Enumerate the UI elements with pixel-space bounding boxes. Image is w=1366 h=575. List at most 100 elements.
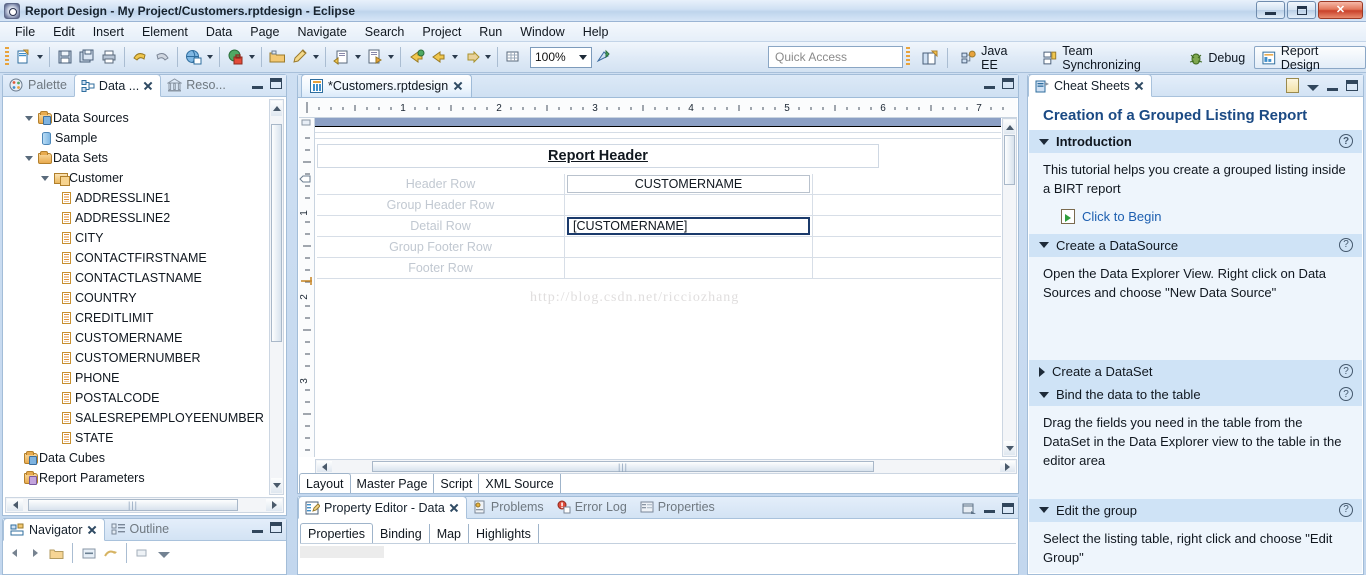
perspective-java-ee[interactable]: Java EE	[954, 44, 1033, 72]
preview-secure-icon[interactable]	[224, 46, 246, 68]
tab-palette[interactable]: Palette	[3, 74, 74, 96]
canvas-vscroll-thumb[interactable]	[1004, 135, 1015, 185]
row-cell[interactable]	[565, 237, 813, 257]
report-table[interactable]: Header Row CUSTOMERNAME Group Header Row	[317, 174, 1001, 279]
table-row-group-header[interactable]: Group Header Row	[317, 195, 1001, 216]
preview-secure-dropdown-icon[interactable]	[246, 46, 257, 68]
subtab-properties[interactable]: Properties	[300, 523, 373, 543]
tree-item-data-cubes[interactable]: Data Cubes	[4, 448, 285, 468]
tree-item-contactfirstname[interactable]: CONTACTFIRSTNAME	[4, 248, 285, 268]
scroll-left-icon[interactable]	[7, 499, 23, 511]
tree-item-customername[interactable]: CUSTOMERNAME	[4, 328, 285, 348]
help-icon[interactable]: ?	[1339, 134, 1353, 148]
cheat-sheets-body[interactable]: Creation of a Grouped Listing Report Int…	[1029, 98, 1362, 573]
menu-window[interactable]: Window	[511, 23, 573, 41]
cheat-sheet-select-icon[interactable]	[1286, 78, 1299, 93]
vertical-ruler[interactable]: 1 2 3	[299, 118, 315, 457]
maximize-view-icon[interactable]	[270, 78, 282, 89]
subtab-binding[interactable]: Binding	[373, 524, 430, 543]
view-menu-icon[interactable]	[134, 545, 152, 561]
canvas-vscrollbar[interactable]	[1002, 118, 1017, 457]
twisty-open-icon[interactable]	[1039, 242, 1049, 249]
data-explorer-tree[interactable]: Data Sources Sample Data Sets Customer A…	[4, 98, 285, 497]
menu-edit[interactable]: Edit	[44, 23, 84, 41]
tree-item-phone[interactable]: PHONE	[4, 368, 285, 388]
next-dropdown-icon[interactable]	[482, 46, 493, 68]
up-folder-icon[interactable]	[47, 545, 65, 561]
subtab-highlights[interactable]: Highlights	[469, 524, 539, 543]
grid-icon[interactable]	[502, 46, 524, 68]
tab-error-log[interactable]: Error Log	[551, 496, 634, 518]
canvas-hscroll-thumb[interactable]: |||	[372, 461, 874, 472]
undo-icon[interactable]	[129, 46, 151, 68]
collapse-all-icon[interactable]	[80, 545, 98, 561]
menu-help[interactable]: Help	[574, 23, 618, 41]
canvas-hscrollbar[interactable]: |||	[315, 459, 1017, 474]
back-nav-icon[interactable]	[5, 545, 23, 561]
minimize-view-icon[interactable]	[1327, 87, 1338, 91]
tree-item-state[interactable]: STATE	[4, 428, 285, 448]
perspective-report-design[interactable]: Report Design	[1254, 44, 1366, 72]
new-dropdown-icon[interactable]	[34, 46, 45, 68]
tree-item-data-sets[interactable]: Data Sets	[4, 148, 285, 168]
twisty-open-icon[interactable]	[22, 116, 36, 121]
tree-item-addressline1[interactable]: ADDRESSLINE1	[4, 188, 285, 208]
tab-properties[interactable]: Properties	[634, 496, 722, 518]
minimize-view-icon[interactable]	[984, 510, 995, 513]
close-icon[interactable]	[87, 525, 97, 535]
cell-value-selected[interactable]: [CUSTOMERNAME]	[567, 217, 810, 235]
menu-insert[interactable]: Insert	[84, 23, 133, 41]
menu-page[interactable]: Page	[241, 23, 288, 41]
scroll-up-icon[interactable]	[271, 101, 282, 116]
data-explorer-vscrollbar[interactable]	[269, 99, 284, 495]
cheat-section-create-dataset[interactable]: Create a DataSet ?	[1029, 360, 1362, 384]
table-row-group-footer[interactable]: Group Footer Row	[317, 237, 1001, 258]
tab-master-page[interactable]: Master Page	[351, 474, 435, 493]
cheat-section-edit-group[interactable]: Edit the group ?	[1029, 498, 1362, 522]
edit-pencil-icon[interactable]	[288, 46, 310, 68]
close-button[interactable]: ✕	[1318, 1, 1363, 19]
tab-script[interactable]: Script	[434, 474, 480, 493]
help-icon[interactable]: ?	[1339, 387, 1353, 402]
close-icon[interactable]	[453, 81, 463, 91]
tab-problems[interactable]: Problems	[467, 496, 551, 518]
zoom-combo[interactable]: 100%	[530, 46, 592, 68]
maximize-view-icon[interactable]	[1002, 78, 1014, 89]
scroll-up-icon[interactable]	[1004, 120, 1015, 134]
tab-navigator[interactable]: Navigator	[3, 518, 105, 541]
forward-nav-icon[interactable]	[26, 545, 44, 561]
tab-customers-rptdesign[interactable]: *Customers.rptdesign	[301, 74, 473, 97]
tree-item-salesrepemployeenumber[interactable]: SALESREPEMPLOYEENUMBER	[4, 408, 285, 428]
print-icon[interactable]	[98, 46, 120, 68]
tree-item-sample[interactable]: Sample	[4, 128, 285, 148]
minimize-view-icon[interactable]	[252, 85, 263, 89]
maximize-view-icon[interactable]	[270, 522, 282, 533]
minimize-button[interactable]	[1256, 1, 1285, 19]
row-cell[interactable]	[565, 258, 813, 278]
perspective-debug[interactable]: Debug	[1181, 46, 1252, 69]
run-report-dropdown-icon[interactable]	[385, 46, 396, 68]
tab-layout[interactable]: Layout	[299, 473, 351, 493]
toolbar-grip[interactable]	[5, 47, 9, 67]
table-row-header[interactable]: Header Row CUSTOMERNAME	[317, 174, 1001, 195]
tab-data-explorer[interactable]: Data ...	[73, 74, 162, 97]
run-script-icon[interactable]	[330, 46, 352, 68]
quick-access-input[interactable]: Quick Access	[768, 46, 903, 68]
menu-file[interactable]: File	[6, 23, 44, 41]
menu-element[interactable]: Element	[133, 23, 197, 41]
row-cell[interactable]: [CUSTOMERNAME]	[565, 216, 813, 236]
back-icon[interactable]	[405, 46, 427, 68]
open-folder-icon[interactable]	[266, 46, 288, 68]
report-header-band[interactable]: Report Header	[317, 144, 879, 168]
twisty-open-icon[interactable]	[1039, 507, 1049, 514]
preview-web-dropdown-icon[interactable]	[204, 46, 215, 68]
save-all-icon[interactable]	[76, 46, 98, 68]
report-canvas[interactable]: Report Header Header Row CUSTOMERNAME Gr…	[315, 118, 1001, 457]
scroll-down-icon[interactable]	[271, 478, 282, 493]
menu-data[interactable]: Data	[197, 23, 241, 41]
tree-item-report-parameters[interactable]: Report Parameters	[4, 468, 285, 488]
filter-icon[interactable]	[155, 545, 173, 561]
run-script-dropdown-icon[interactable]	[352, 46, 363, 68]
table-row-footer[interactable]: Footer Row	[317, 258, 1001, 279]
row-cell[interactable]	[565, 195, 813, 215]
